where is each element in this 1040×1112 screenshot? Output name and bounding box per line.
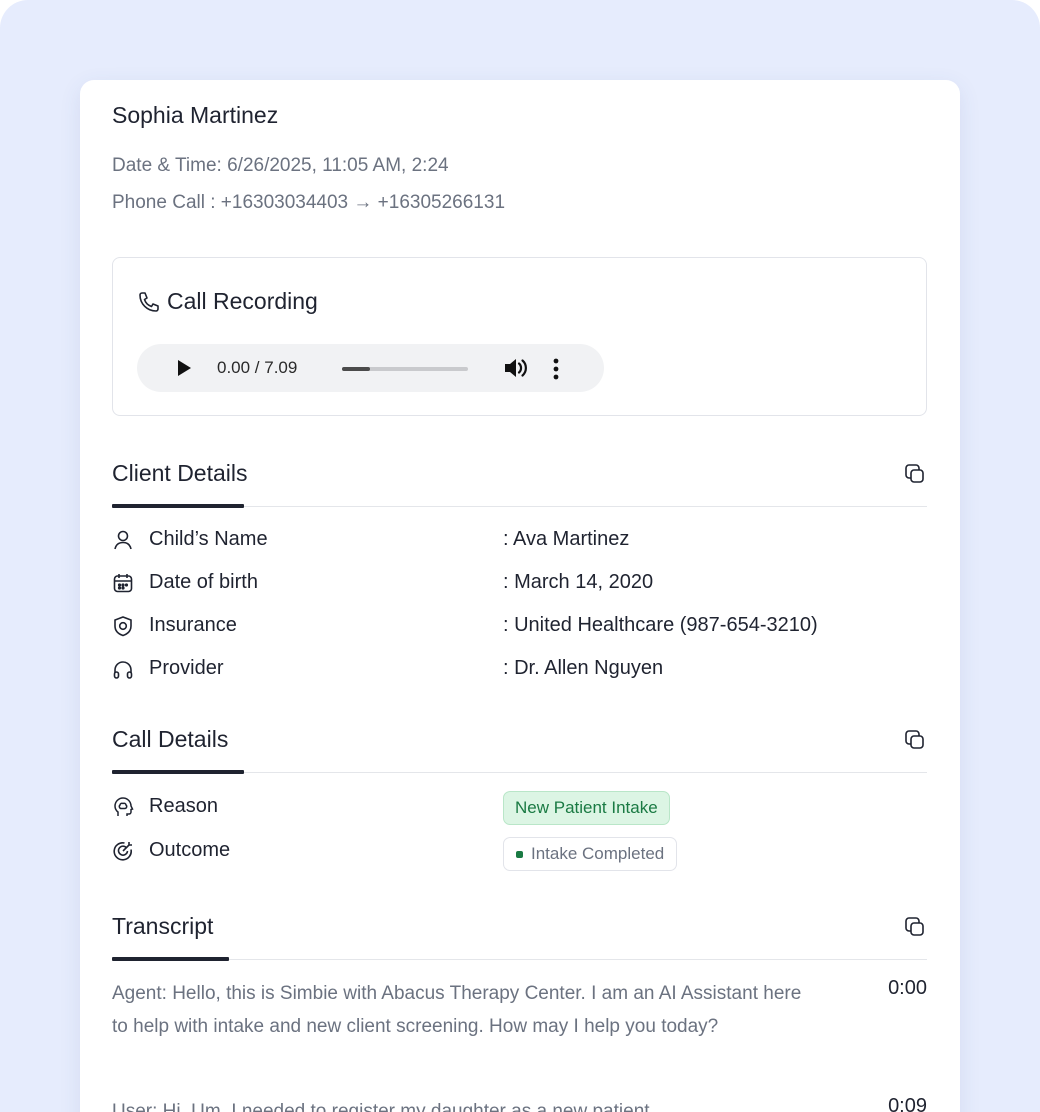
caller-name: Sophia Martinez (112, 102, 279, 128)
call-details-title: Call Details (112, 726, 229, 752)
call-recording-heading: Call Recording (137, 288, 318, 315)
detail-value: : United Healthcare (987-654-3210) (503, 614, 818, 636)
audio-progress-fill (342, 367, 370, 371)
transcript-timestamp[interactable]: 0:00 (888, 972, 927, 1005)
detail-label: Insurance (149, 614, 237, 636)
outcome-badge: Intake Completed (503, 837, 678, 871)
user-icon (114, 530, 132, 550)
call-details-header: Call Details (112, 726, 927, 776)
page-background: Sophia Martinez Date & Time: 6/26/2025, … (0, 0, 1040, 1112)
outcome-badge-text: Intake Completed (531, 844, 665, 863)
call-recording-title: Call Recording (167, 288, 318, 314)
detail-label: Reason (149, 795, 218, 817)
detail-row-child-name: Child’s Name : Ava Martinez (112, 526, 927, 556)
reason-badge: New Patient Intake (503, 791, 670, 825)
volume-icon[interactable] (503, 357, 529, 379)
call-phone-numbers: Phone Call : +16303034403 → +16305266131 (112, 192, 506, 213)
divider (112, 959, 927, 960)
audio-player[interactable]: 0.00 / 7.09 (137, 344, 604, 392)
client-details-title: Client Details (112, 460, 248, 486)
transcript-text: User: Hi. Um, I needed to register my da… (112, 1101, 655, 1112)
copy-icon[interactable] (903, 915, 927, 939)
detail-row-provider: Provider : Dr. Allen Nguyen (112, 655, 927, 685)
brain-icon (114, 797, 134, 816)
transcript-title: Transcript (112, 913, 214, 939)
detail-row-insurance: Insurance : United Healthcare (987-654-3… (112, 612, 927, 642)
transcript-header: Transcript (112, 913, 927, 963)
call-detail-card: Sophia Martinez Date & Time: 6/26/2025, … (80, 80, 960, 1112)
phone-icon (139, 291, 159, 312)
call-datetime: Date & Time: 6/26/2025, 11:05 AM, 2:24 (112, 155, 449, 176)
audio-time: 0.00 / 7.09 (217, 358, 298, 377)
transcript-text: Agent: Hello, this is Simbie with Abacus… (112, 983, 802, 1037)
section-underline (112, 770, 244, 774)
copy-icon[interactable] (903, 728, 927, 752)
detail-row-date-of-birth: Date of birth : March 14, 2020 (112, 569, 927, 599)
detail-label: Date of birth (149, 571, 258, 593)
detail-label: Child’s Name (149, 528, 268, 550)
transcript-timestamp[interactable]: 0:09 (888, 1090, 927, 1112)
transcript-line: User: Hi. Um, I needed to register my da… (112, 1095, 927, 1112)
client-details-header: Client Details (112, 460, 927, 510)
shield-icon (114, 616, 132, 637)
call-recording-panel: Call Recording 0.00 / 7.09 (112, 257, 927, 416)
detail-row-outcome: Outcome Intake Completed (112, 837, 927, 871)
copy-icon[interactable] (903, 462, 927, 486)
detail-value: : Ava Martinez (503, 528, 630, 550)
target-icon (113, 842, 132, 861)
headphones-icon (113, 661, 133, 679)
play-icon[interactable] (175, 359, 193, 377)
audio-progress-bar[interactable] (342, 367, 468, 371)
calendar-icon (113, 574, 133, 593)
detail-label: Provider (149, 657, 224, 679)
transcript-line: Agent: Hello, this is Simbie with Abacus… (112, 977, 927, 1043)
status-dot (516, 850, 523, 858)
detail-value: : March 14, 2020 (503, 571, 654, 593)
section-underline (112, 504, 244, 508)
detail-row-reason: Reason New Patient Intake (112, 791, 927, 825)
more-options-icon[interactable] (551, 357, 561, 381)
detail-label: Outcome (149, 839, 231, 861)
section-underline (112, 957, 229, 961)
detail-value: : Dr. Allen Nguyen (503, 657, 664, 679)
